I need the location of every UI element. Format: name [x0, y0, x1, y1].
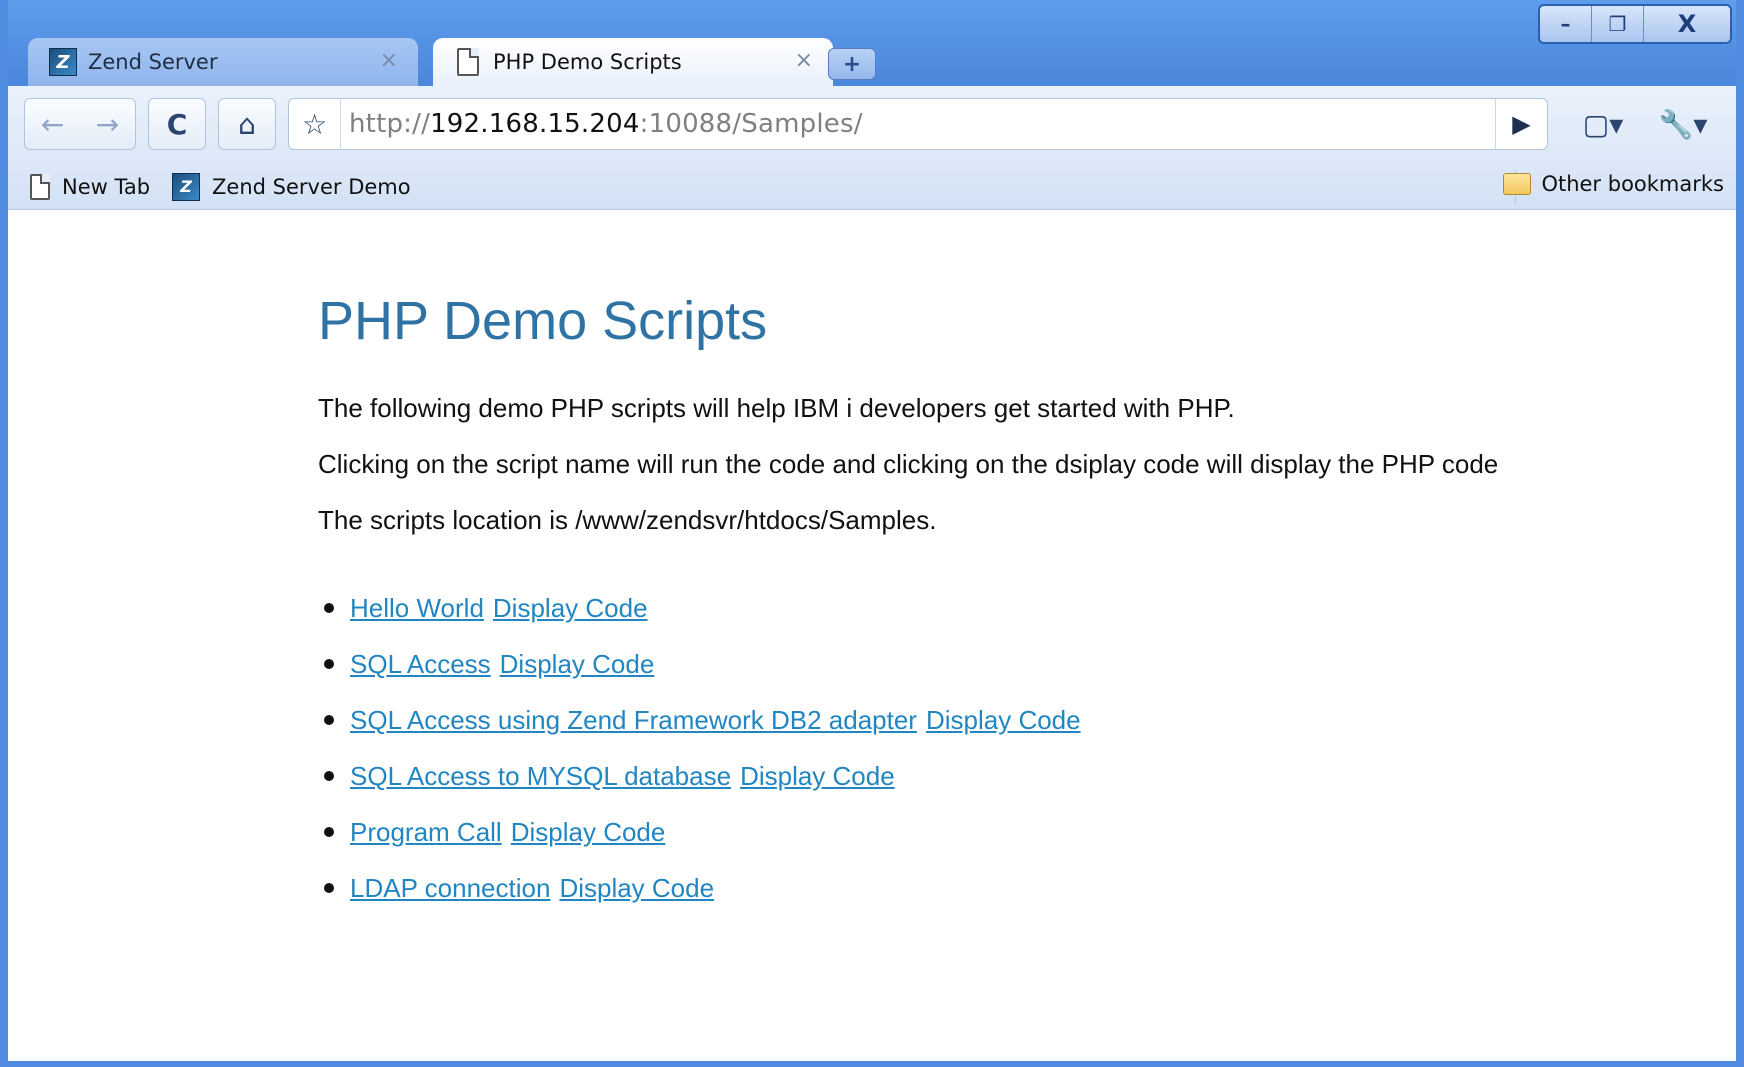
tab-close-icon[interactable]: ×	[380, 48, 398, 73]
bookmark-new-tab[interactable]: New Tab	[30, 173, 151, 200]
script-link-sql-access[interactable]: SQL Access	[350, 636, 491, 692]
url-path: :10088/Samples/	[639, 109, 863, 139]
browser-window: – ❐ X Z Zend Server × PHP Demo Scripts ×…	[0, 0, 1744, 1067]
maximize-button[interactable]: ❐	[1592, 6, 1644, 42]
zend-icon: Z	[172, 172, 201, 201]
other-bookmarks[interactable]: Other bookmarks	[1503, 172, 1724, 196]
tab-php-demo-scripts[interactable]: PHP Demo Scripts ×	[433, 38, 833, 86]
forward-arrow-icon[interactable]: →	[80, 108, 135, 141]
minimize-button[interactable]: –	[1540, 6, 1592, 42]
bullet-icon	[324, 827, 334, 837]
script-link-sql-access-zend-db2[interactable]: SQL Access using Zend Framework DB2 adap…	[350, 692, 917, 748]
tab-strip: – ❐ X Z Zend Server × PHP Demo Scripts ×…	[8, 0, 1736, 86]
home-button[interactable]: ⌂	[218, 98, 276, 150]
zend-icon: Z	[48, 47, 78, 77]
display-code-link[interactable]: Display Code	[511, 804, 666, 860]
script-link-sql-access-mysql[interactable]: SQL Access to MYSQL database	[350, 748, 731, 804]
list-item: SQL Access using Zend Framework DB2 adap…	[318, 692, 1698, 748]
tab-title: Zend Server	[88, 50, 218, 74]
bullet-icon	[324, 771, 334, 781]
display-code-link[interactable]: Display Code	[559, 860, 714, 916]
bookmark-label: Zend Server Demo	[212, 174, 411, 199]
list-item: SQL Access Display Code	[318, 636, 1698, 692]
usage-paragraph: Clicking on the script name will run the…	[318, 449, 1499, 479]
window-controls: – ❐ X	[1538, 4, 1732, 44]
intro-paragraph: The following demo PHP scripts will help…	[318, 393, 1235, 423]
back-arrow-icon[interactable]: ←	[25, 108, 80, 141]
script-link-ldap-connection[interactable]: LDAP connection	[350, 860, 550, 916]
display-code-link[interactable]: Display Code	[740, 748, 895, 804]
navigation-toolbar: ← → C ⌂ ☆ http://192.168.15.204:10088/Sa…	[8, 86, 1736, 164]
script-link-program-call[interactable]: Program Call	[350, 804, 502, 860]
url-host: 192.168.15.204	[430, 109, 640, 139]
list-item: SQL Access to MYSQL database Display Cod…	[318, 748, 1698, 804]
bookmark-zend-server-demo[interactable]: Z Zend Server Demo	[172, 172, 411, 201]
list-item: Program Call Display Code	[318, 804, 1698, 860]
close-window-button[interactable]: X	[1644, 6, 1730, 42]
back-forward-group: ← →	[24, 98, 136, 150]
bookmark-label: New Tab	[62, 174, 151, 199]
folder-icon	[1503, 173, 1532, 195]
tab-zend-server[interactable]: Z Zend Server ×	[28, 38, 418, 86]
bullet-icon	[324, 715, 334, 725]
bullet-icon	[324, 659, 334, 669]
tab-title: PHP Demo Scripts	[493, 50, 682, 74]
url-scheme: http://	[349, 109, 431, 139]
display-code-link[interactable]: Display Code	[926, 692, 1081, 748]
bookmark-star-icon[interactable]: ☆	[289, 99, 341, 149]
bullet-icon	[324, 603, 334, 613]
wrench-menu-icon[interactable]: 🔧▾	[1648, 98, 1718, 150]
page-icon	[453, 47, 483, 77]
location-paragraph: The scripts location is /www/zendsvr/htd…	[318, 505, 937, 535]
display-code-link[interactable]: Display Code	[493, 580, 648, 636]
new-tab-button[interactable]: +	[828, 48, 876, 80]
go-arrow-icon[interactable]: ▶	[1495, 99, 1547, 149]
display-code-link[interactable]: Display Code	[500, 636, 655, 692]
script-link-hello-world[interactable]: Hello World	[350, 580, 484, 636]
page-menu-icon[interactable]: ▢▾	[1568, 98, 1638, 150]
bullet-icon	[324, 883, 334, 893]
tab-close-icon[interactable]: ×	[795, 48, 813, 73]
list-item: Hello World Display Code	[318, 580, 1698, 636]
bookmarks-bar: New Tab Z Zend Server Demo Other bookmar…	[8, 164, 1736, 210]
other-bookmarks-label: Other bookmarks	[1541, 172, 1724, 196]
page-title: PHP Demo Scripts	[318, 291, 768, 351]
page-icon	[30, 173, 50, 200]
script-list: Hello World Display Code SQL Access Disp…	[318, 580, 1698, 916]
page-content: PHP Demo Scripts The following demo PHP …	[318, 290, 1698, 916]
reload-button[interactable]: C	[148, 98, 206, 150]
url-text[interactable]: http://192.168.15.204:10088/Samples/	[341, 109, 863, 139]
address-bar[interactable]: ☆ http://192.168.15.204:10088/Samples/ ▶	[288, 98, 1548, 150]
list-item: LDAP connection Display Code	[318, 860, 1698, 916]
